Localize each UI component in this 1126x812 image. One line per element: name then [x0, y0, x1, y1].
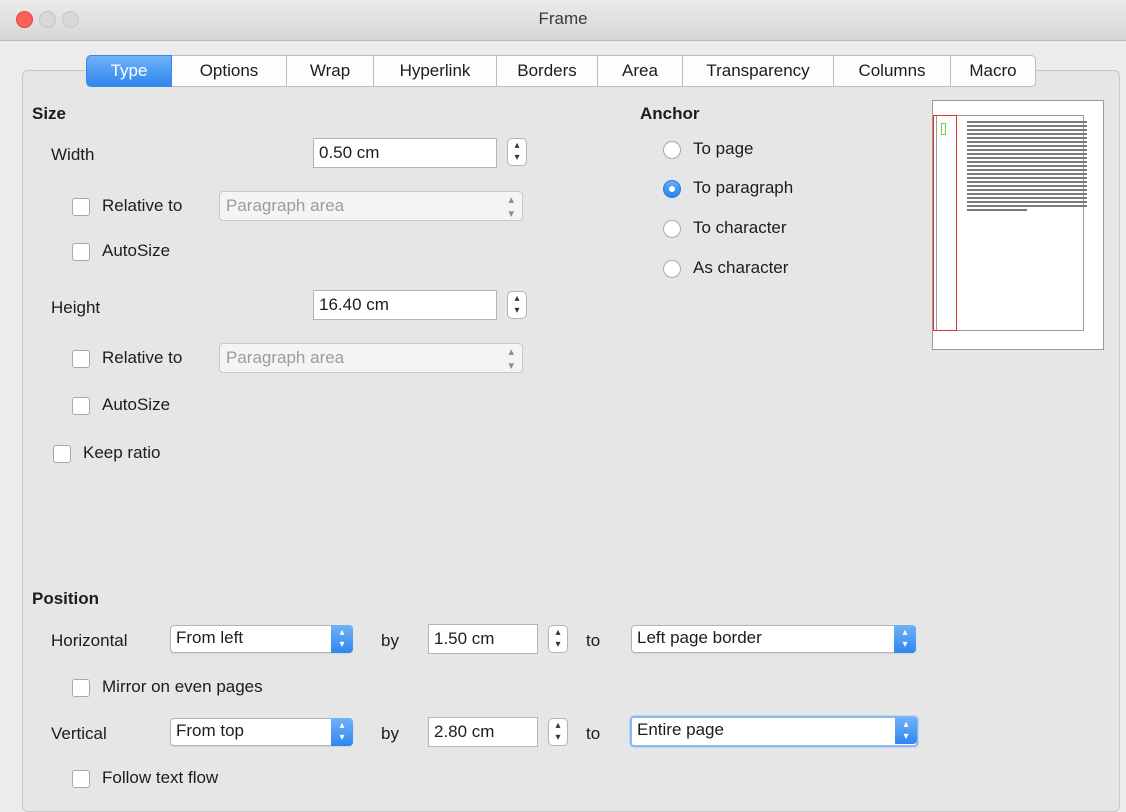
title-bar: Frame	[0, 0, 1126, 41]
horizontal-to-select[interactable]: Left page border ▴ ▾	[631, 625, 916, 653]
chevron-updown-icon: ▴ ▾	[508, 194, 514, 220]
vertical-select[interactable]: From top ▴ ▾	[170, 718, 353, 746]
horizontal-select[interactable]: From left ▴ ▾	[170, 625, 353, 653]
width-label: Width	[51, 145, 95, 164]
preview-anchor-marker	[941, 123, 946, 135]
horizontal-to-label: to	[586, 631, 601, 650]
vertical-to-label: to	[586, 724, 601, 743]
mirror-even-pages-checkbox[interactable]	[72, 679, 90, 697]
preview-text-lines	[967, 121, 1087, 213]
vertical-by-stepper[interactable]: ▴ ▾	[548, 718, 568, 746]
tab-macro[interactable]: Macro	[951, 55, 1036, 87]
preview-frame-outline	[933, 115, 957, 331]
tab-type[interactable]: Type	[86, 55, 172, 87]
width-stepper[interactable]: ▴ ▾	[507, 138, 527, 166]
width-relative-select: Paragraph area ▴ ▾	[219, 191, 523, 221]
follow-text-flow-label: Follow text flow	[102, 768, 219, 787]
height-relative-checkbox[interactable]	[72, 350, 90, 368]
tab-options[interactable]: Options	[172, 55, 287, 87]
width-input[interactable]: 0.50 cm	[313, 138, 497, 168]
chevron-updown-icon: ▴ ▾	[331, 625, 353, 653]
keep-ratio-label: Keep ratio	[83, 443, 161, 462]
tab-columns[interactable]: Columns	[834, 55, 951, 87]
width-relative-value: Paragraph area	[226, 196, 345, 215]
anchor-to-paragraph-label: To paragraph	[693, 178, 794, 197]
anchor-to-page-label: To page	[693, 139, 754, 158]
height-relative-select: Paragraph area ▴ ▾	[219, 343, 523, 373]
vertical-to-value: Entire page	[637, 720, 724, 739]
tab-transparency[interactable]: Transparency	[683, 55, 834, 87]
frame-preview	[932, 100, 1104, 350]
follow-text-flow-checkbox[interactable]	[72, 770, 90, 788]
horizontal-select-value: From left	[176, 628, 244, 647]
tab-wrap[interactable]: Wrap	[287, 55, 374, 87]
horizontal-by-stepper[interactable]: ▴ ▾	[548, 625, 568, 653]
tab-bar: Type Options Wrap Hyperlink Borders Area…	[86, 55, 1036, 87]
height-stepper[interactable]: ▴ ▾	[507, 291, 527, 319]
chevron-updown-icon: ▴ ▾	[894, 625, 916, 653]
horizontal-to-value: Left page border	[637, 628, 762, 647]
width-relative-label: Relative to	[102, 196, 183, 215]
width-autosize-label: AutoSize	[102, 241, 171, 260]
anchor-to-character-label: To character	[693, 218, 787, 237]
vertical-by-label: by	[381, 724, 399, 743]
height-relative-label: Relative to	[102, 348, 183, 367]
width-autosize-checkbox[interactable]	[72, 243, 90, 261]
height-autosize-label: AutoSize	[102, 395, 171, 414]
keep-ratio-checkbox[interactable]	[53, 445, 71, 463]
vertical-by-input[interactable]: 2.80 cm	[428, 717, 538, 747]
horizontal-by-input[interactable]: 1.50 cm	[428, 624, 538, 654]
width-relative-checkbox[interactable]	[72, 198, 90, 216]
tab-borders[interactable]: Borders	[497, 55, 598, 87]
chevron-updown-icon: ▴ ▾	[895, 717, 917, 744]
mirror-even-pages-label: Mirror on even pages	[102, 677, 263, 696]
chevron-updown-icon: ▴ ▾	[508, 346, 514, 372]
anchor-to-page-radio[interactable]	[663, 141, 681, 159]
anchor-as-character-radio[interactable]	[663, 260, 681, 278]
tab-hyperlink[interactable]: Hyperlink	[374, 55, 497, 87]
anchor-as-character-label: As character	[693, 258, 789, 277]
height-relative-value: Paragraph area	[226, 348, 345, 367]
anchor-to-character-radio[interactable]	[663, 220, 681, 238]
vertical-to-select[interactable]: Entire page ▴ ▾	[630, 716, 918, 747]
anchor-to-paragraph-radio[interactable]	[663, 180, 681, 198]
height-label: Height	[51, 298, 101, 317]
height-autosize-checkbox[interactable]	[72, 397, 90, 415]
anchor-heading: Anchor	[640, 104, 700, 123]
tab-area[interactable]: Area	[598, 55, 683, 87]
chevron-updown-icon: ▴ ▾	[331, 718, 353, 746]
vertical-select-value: From top	[176, 721, 245, 740]
window-title: Frame	[538, 9, 588, 28]
horizontal-by-label: by	[381, 631, 399, 650]
vertical-label: Vertical	[51, 724, 107, 743]
horizontal-label: Horizontal	[51, 631, 128, 650]
height-input[interactable]: 16.40 cm	[313, 290, 497, 320]
size-heading: Size	[32, 104, 67, 123]
position-heading: Position	[32, 589, 100, 608]
